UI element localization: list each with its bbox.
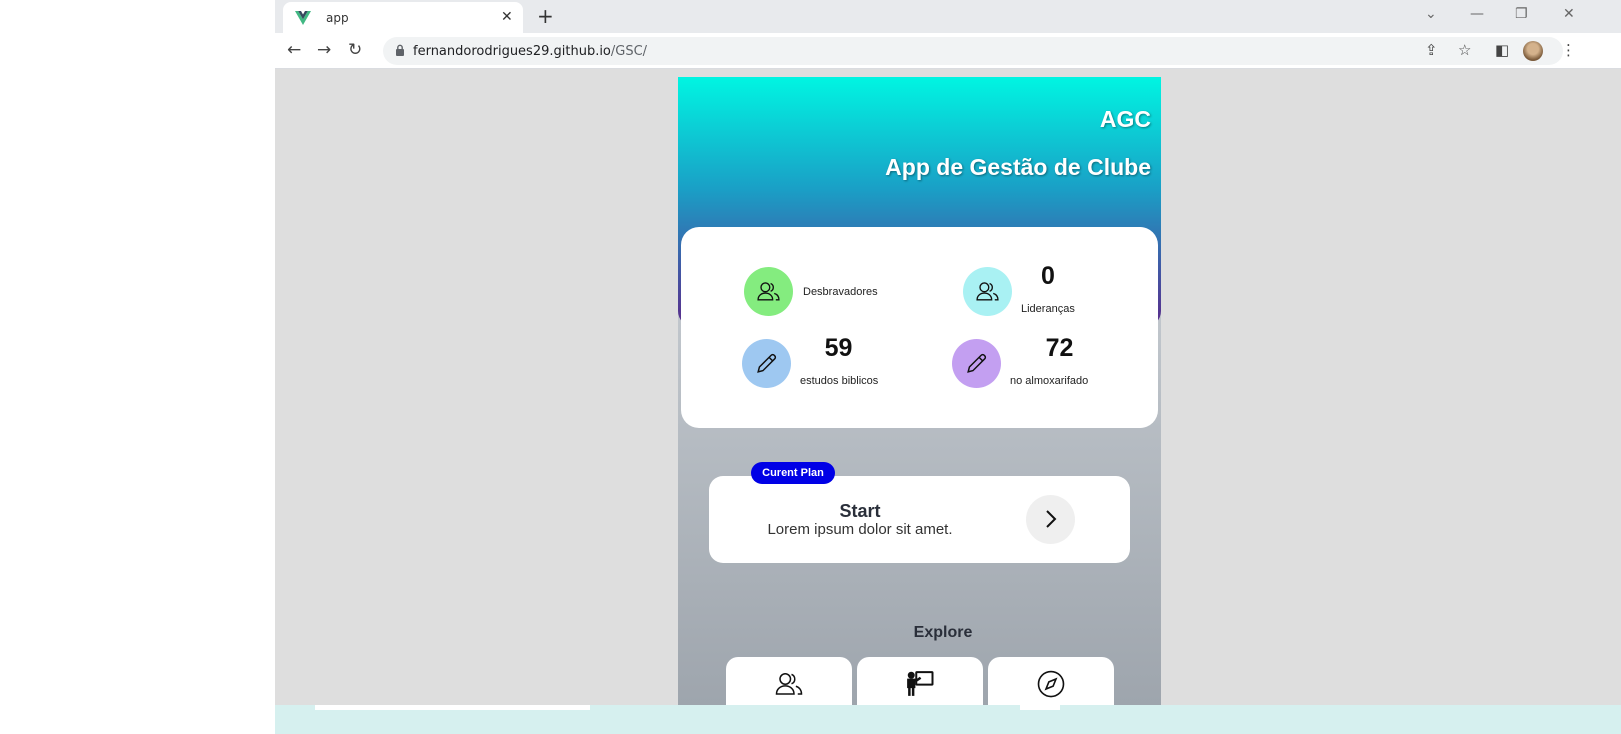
- page-viewport: AGC App de Gestão de Clube Desbravadores: [275, 70, 1621, 734]
- bookmark-star-icon[interactable]: ☆: [1458, 41, 1471, 59]
- tab-close-icon[interactable]: ✕: [501, 9, 513, 25]
- menu-icon[interactable]: ⋮: [1561, 41, 1576, 59]
- bottom-strip: [275, 705, 1621, 734]
- explore-card-teacher[interactable]: [857, 657, 983, 705]
- stat-label: no almoxarifado: [1010, 375, 1089, 387]
- app-abbreviation: AGC: [1099, 106, 1151, 132]
- stat-number: 0: [1041, 262, 1055, 290]
- stat-label: estudos biblicos: [800, 375, 879, 387]
- tab-search-icon[interactable]: ⌄: [1425, 6, 1437, 22]
- strip-segment: [1020, 705, 1060, 710]
- plan-description: Lorem ipsum dolor sit amet.: [767, 521, 953, 538]
- stat-circle: [952, 339, 1001, 388]
- app-container: AGC App de Gestão de Clube Desbravadores: [678, 77, 1161, 705]
- chevron-right-icon: [1046, 510, 1057, 528]
- users-icon: [775, 673, 803, 695]
- restore-icon[interactable]: ❐: [1515, 6, 1528, 22]
- stats-card: Desbravadores 0 Lideranças 59 estudos bi…: [681, 227, 1158, 428]
- window-close-icon[interactable]: ✕: [1563, 6, 1575, 22]
- app-title: App de Gestão de Clube: [885, 154, 1151, 180]
- minimize-icon[interactable]: —: [1470, 6, 1484, 22]
- stat-desbravadores[interactable]: Desbravadores: [744, 267, 894, 317]
- url-text: fernandorodrigues29.github.io/GSC/: [413, 44, 647, 59]
- desktop-background: [0, 0, 275, 734]
- new-tab-icon[interactable]: +: [537, 4, 554, 28]
- share-icon[interactable]: ⇪: [1425, 41, 1438, 59]
- tab-title: app: [326, 11, 349, 25]
- stat-almoxarifado[interactable]: 72 no almoxarifado: [952, 334, 1112, 389]
- plan-badge: Curent Plan: [751, 462, 835, 484]
- browser-toolbar: ← → ↻ fernandorodrigues29.github.io/GSC/…: [275, 33, 1621, 69]
- pencil-icon: [967, 353, 987, 373]
- explore-card-users[interactable]: [726, 657, 852, 705]
- stat-liderancas[interactable]: 0 Lideranças: [963, 262, 1113, 317]
- plan-next-button[interactable]: [1026, 495, 1075, 544]
- explore-title: Explore: [913, 624, 973, 641]
- compass-icon: [1037, 670, 1065, 698]
- stat-number: 72: [1045, 334, 1074, 362]
- strip-segment: [315, 705, 590, 710]
- stat-label: Lideranças: [1021, 303, 1075, 315]
- users-icon: [757, 282, 780, 301]
- stat-estudos-biblicos[interactable]: 59 estudos biblicos: [742, 334, 892, 389]
- current-plan-card[interactable]: Start Lorem ipsum dolor sit amet.: [709, 476, 1130, 563]
- back-icon[interactable]: ←: [287, 40, 301, 60]
- teacher-board-icon: [907, 671, 934, 696]
- plan-title: Start: [839, 501, 881, 521]
- users-icon: [976, 282, 999, 301]
- forward-icon[interactable]: →: [317, 40, 331, 60]
- browser-window: app ✕ + ⌄ — ❐ ✕ ← → ↻ fernandorodrigues2…: [275, 0, 1621, 734]
- stat-circle: [744, 267, 793, 316]
- tab-bar: app ✕ + ⌄ — ❐ ✕: [275, 0, 1621, 33]
- lock-icon: [396, 44, 404, 56]
- pencil-icon: [757, 353, 777, 373]
- explore-card-compass[interactable]: [988, 657, 1114, 705]
- url-path: /GSC/: [610, 44, 648, 59]
- stat-number: 59: [824, 334, 853, 362]
- side-panel-icon[interactable]: ◧: [1495, 41, 1509, 59]
- vue-logo-icon: [295, 11, 311, 25]
- address-bar[interactable]: fernandorodrigues29.github.io/GSC/: [383, 37, 1563, 65]
- browser-tab[interactable]: app ✕: [283, 2, 523, 33]
- stat-circle: [963, 267, 1012, 316]
- stat-circle: [742, 339, 791, 388]
- reload-icon[interactable]: ↻: [348, 40, 362, 60]
- url-host: fernandorodrigues29.github.io: [413, 44, 611, 59]
- stat-label: Desbravadores: [803, 286, 878, 298]
- profile-avatar[interactable]: [1523, 41, 1543, 61]
